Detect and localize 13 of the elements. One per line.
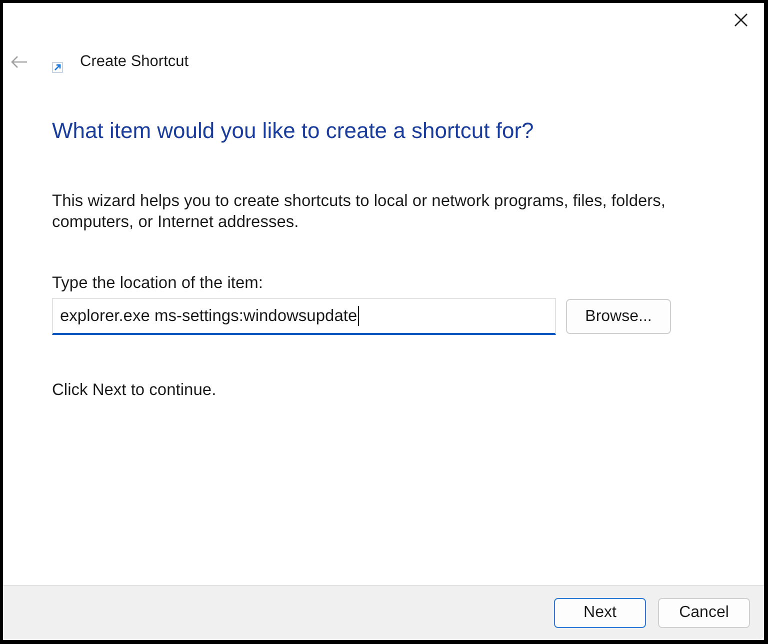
wizard-title: Create Shortcut xyxy=(80,52,189,72)
close-icon xyxy=(734,13,748,27)
browse-button[interactable]: Browse... xyxy=(566,299,671,334)
wizard-description: This wizard helps you to create shortcuts to local or network programs, files, folders, computers, or Internet addresses. xyxy=(52,191,667,233)
text-caret-icon xyxy=(358,306,360,326)
dialog-button[interactable]: Next xyxy=(554,598,646,628)
dialog-button[interactable]: Cancel xyxy=(658,598,750,628)
shortcut-icon xyxy=(52,62,63,72)
location-label: Type the location of the item: xyxy=(52,273,263,293)
wizard-heading: What item would you like to create a shortcut for? xyxy=(52,117,534,145)
back-arrow-icon xyxy=(10,55,28,69)
location-field[interactable]: explorer.exe ms-settings:windowsupdate xyxy=(52,298,556,335)
continue-hint: Click Next to continue. xyxy=(52,380,216,400)
